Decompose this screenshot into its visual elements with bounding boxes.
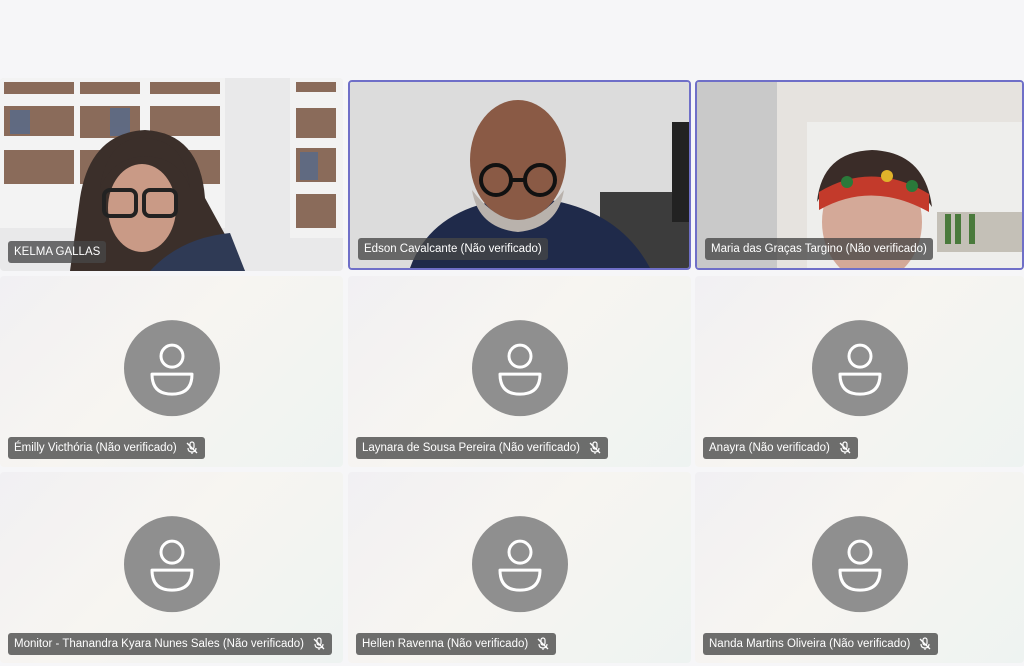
video-tile-laynara[interactable]: Laynara de Sousa Pereira (Não verificado… <box>348 276 691 467</box>
video-tile-hellen[interactable]: Hellen Ravenna (Não verificado) <box>348 472 691 663</box>
video-tile-emilly[interactable]: Émilly Victhória (Não verificado) <box>0 276 343 467</box>
person-avatar-icon <box>811 515 908 612</box>
participant-name-chip: Anayra (Não verificado) <box>703 437 858 459</box>
video-tile-anayra[interactable]: Anayra (Não verificado) <box>695 276 1024 467</box>
video-tile-monitor-thanandra[interactable]: Monitor - Thanandra Kyara Nunes Sales (N… <box>0 472 343 663</box>
mic-off-icon <box>918 637 932 651</box>
participant-name-chip: Edson Cavalcante (Não verificado) <box>358 238 548 260</box>
participant-name: Edson Cavalcante (Não verificado) <box>364 243 542 255</box>
mic-off-icon <box>838 441 852 455</box>
participant-name: Monitor - Thanandra Kyara Nunes Sales (N… <box>14 638 304 650</box>
participant-name-chip: Monitor - Thanandra Kyara Nunes Sales (N… <box>8 633 332 655</box>
participant-name-chip: Laynara de Sousa Pereira (Não verificado… <box>356 437 608 459</box>
person-avatar-icon <box>123 319 220 416</box>
participant-name-chip: KELMA GALLAS <box>8 241 107 263</box>
participant-name: Maria das Graças Targino (Não verificado… <box>711 243 927 255</box>
participant-name: KELMA GALLAS <box>14 246 101 258</box>
mic-off-icon <box>185 441 199 455</box>
participant-name-chip: Hellen Ravenna (Não verificado) <box>356 633 557 655</box>
person-avatar-icon <box>471 319 568 416</box>
video-tile-kelma[interactable]: KELMA GALLAS <box>0 78 343 271</box>
mic-off-icon <box>312 637 326 651</box>
participant-name-chip: Nanda Martins Oliveira (Não verificado) <box>703 633 939 655</box>
mic-off-icon <box>588 441 602 455</box>
video-tile-edson[interactable]: Edson Cavalcante (Não verificado) <box>348 80 691 270</box>
video-tile-nanda[interactable]: Nanda Martins Oliveira (Não verificado) <box>695 472 1024 663</box>
participant-name: Laynara de Sousa Pereira (Não verificado… <box>362 442 580 454</box>
video-grid: KELMA GALLAS Edson Cavalcante (Não verif… <box>0 78 1024 666</box>
participant-name-chip: Émilly Victhória (Não verificado) <box>8 437 205 459</box>
participant-name: Anayra (Não verificado) <box>709 442 830 454</box>
mic-off-icon <box>536 637 550 651</box>
person-avatar-icon <box>471 515 568 612</box>
person-avatar-icon <box>811 319 908 416</box>
participant-name: Hellen Ravenna (Não verificado) <box>362 638 529 650</box>
participant-name: Émilly Victhória (Não verificado) <box>14 442 177 454</box>
participant-name-chip: Maria das Graças Targino (Não verificado… <box>705 238 933 260</box>
participant-name: Nanda Martins Oliveira (Não verificado) <box>709 638 911 650</box>
person-avatar-icon <box>123 515 220 612</box>
video-tile-maria[interactable]: Maria das Graças Targino (Não verificado… <box>695 80 1024 270</box>
